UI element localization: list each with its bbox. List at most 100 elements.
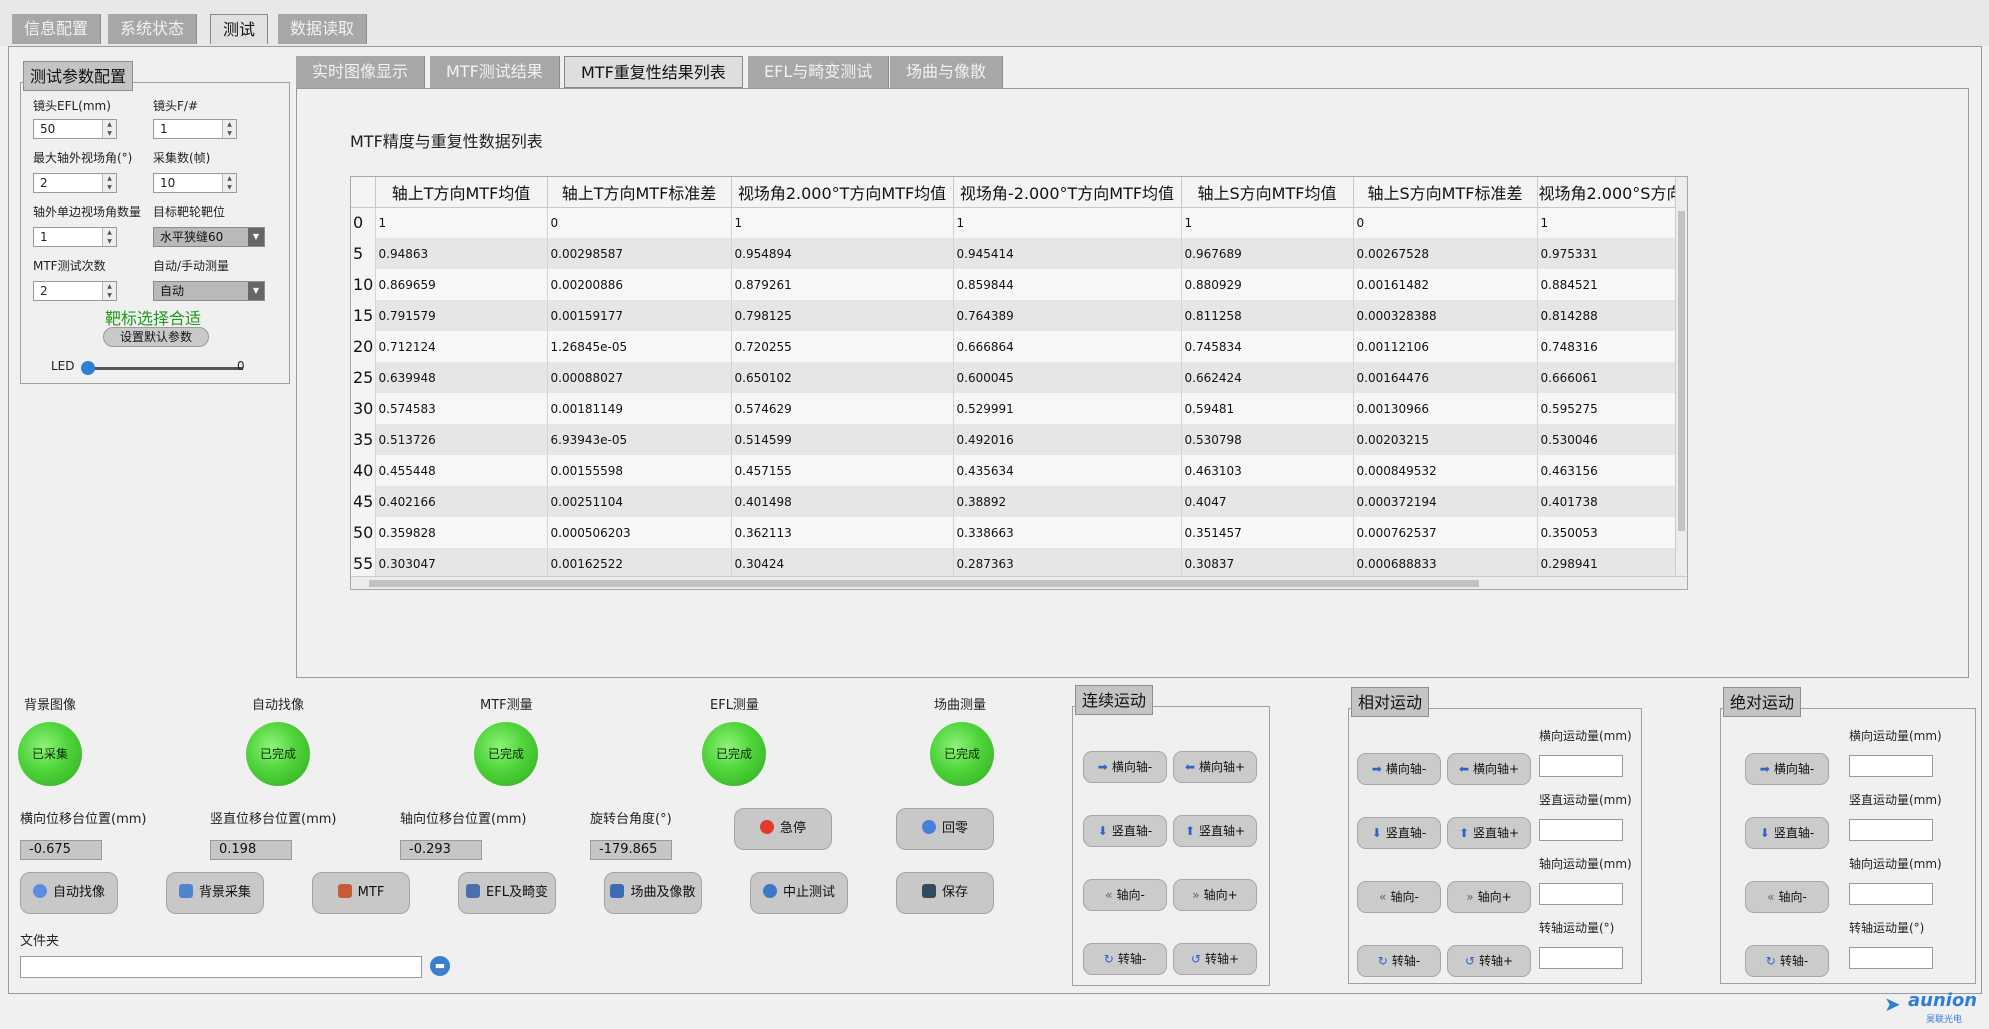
folder-browse-icon[interactable]: ▬ [430,956,450,976]
table-cell[interactable]: 0.574583 [375,393,548,424]
table-cell[interactable]: 0.401498 [731,486,954,517]
cont-y-plus-button[interactable]: ⬆ 竖直轴+ [1173,815,1257,847]
table-cell[interactable]: 0.000849532 [1353,455,1538,486]
table-cell[interactable]: 0.000372194 [1353,486,1538,517]
table-cell[interactable]: 0.00112106 [1353,331,1538,362]
rel-y-plus-button[interactable]: ⬆ 竖直轴+ [1447,817,1531,849]
dropdown-arrow-icon[interactable]: ▼ [248,282,264,300]
spin-arrows-icon[interactable]: ▲ ▼ [102,228,116,246]
field-curve-button[interactable]: 场曲及像散 [604,872,702,914]
frames-spinbox[interactable]: 10 ▲ ▼ [153,173,237,193]
table-cell[interactable]: 0.514599 [731,424,954,455]
table-cell[interactable]: 0.00298587 [547,238,732,269]
column-header[interactable]: 轴上T方向MTF标准差 [547,177,732,208]
table-cell[interactable]: 0.764389 [953,300,1182,331]
table-cell[interactable]: 0.529991 [953,393,1182,424]
table-cell[interactable]: 0.513726 [375,424,548,455]
table-cell[interactable]: 1 [731,207,954,238]
abs-x-amount-input[interactable] [1849,755,1933,777]
table-cell[interactable]: 0.00088027 [547,362,732,393]
vertical-scrollbar[interactable] [1675,177,1687,575]
column-header[interactable]: 视场角-2.000°T方向MTF均值 [953,177,1182,208]
rel-x-plus-button[interactable]: ⬅ 横向轴+ [1447,753,1531,785]
abs-y-amount-input[interactable] [1849,819,1933,841]
abs-rot-amount-input[interactable] [1849,947,1933,969]
table-cell[interactable]: 0.463103 [1181,455,1354,486]
table-cell[interactable]: 0.30837 [1181,548,1354,579]
led-slider-handle[interactable] [81,361,95,375]
tab-live-image[interactable]: 实时图像显示 [296,56,426,88]
spin-arrows-icon[interactable]: ▲ ▼ [102,282,116,300]
table-row[interactable]: 55 0.303047 0.00162522 0.30424 0.287363 0.308… [351,548,1685,579]
table-cell[interactable]: 0.639948 [375,362,548,393]
table-cell[interactable]: 0.859844 [953,269,1182,300]
table-cell[interactable]: 0.975331 [1537,238,1685,269]
table-cell[interactable]: 0.748316 [1537,331,1685,362]
cont-y-minus-button[interactable]: ⬇ 竖直轴- [1083,815,1167,847]
abs-z-amount-input[interactable] [1849,883,1933,905]
table-cell[interactable]: 0.530046 [1537,424,1685,455]
table-cell[interactable]: 0.362113 [731,517,954,548]
fnum-spinbox[interactable]: 1 ▲ ▼ [153,119,237,139]
table-cell[interactable]: 0.287363 [953,548,1182,579]
set-default-button[interactable]: 设置默认参数 [103,327,209,347]
table-cell[interactable]: 0.798125 [731,300,954,331]
rel-z-minus-button[interactable]: «轴向- [1357,881,1441,913]
table-cell[interactable]: 0.650102 [731,362,954,393]
table-row[interactable]: 10 0.869659 0.00200886 0.879261 0.859844 0.88… [351,269,1685,300]
table-cell[interactable]: 0.000688833 [1353,548,1538,579]
abs-z-button[interactable]: «轴向- [1745,881,1829,913]
table-cell[interactable]: 0.00164476 [1353,362,1538,393]
table-cell[interactable]: 0.869659 [375,269,548,300]
table-cell[interactable]: 0.791579 [375,300,548,331]
off-axis-count-spinbox[interactable]: 1 ▲ ▼ [33,227,117,247]
estop-button[interactable]: 急停 [734,808,832,850]
table-cell[interactable]: 0.745834 [1181,331,1354,362]
table-row[interactable]: 30 0.574583 0.00181149 0.574629 0.529991 0.59… [351,393,1685,424]
table-cell[interactable]: 0.600045 [953,362,1182,393]
table-cell[interactable]: 0.00203215 [1353,424,1538,455]
table-cell[interactable]: 1.26845e-05 [547,331,732,362]
table-cell[interactable]: 1 [375,207,548,238]
rel-z-plus-button[interactable]: » 轴向+ [1447,881,1531,913]
table-cell[interactable]: 6.93943e-05 [547,424,732,455]
tab-mtf-repeat-list[interactable]: MTF重复性结果列表 [564,56,743,88]
table-cell[interactable]: 0.359828 [375,517,548,548]
table-cell[interactable]: 0.720255 [731,331,954,362]
rel-y-amount-input[interactable] [1539,819,1623,841]
table-cell[interactable]: 1 [1537,207,1685,238]
rel-z-amount-input[interactable] [1539,883,1623,905]
home-button[interactable]: 回零 [896,808,994,850]
spin-arrows-icon[interactable]: ▲ ▼ [222,174,236,192]
table-cell[interactable]: 0.457155 [731,455,954,486]
table-cell[interactable]: 0.666864 [953,331,1182,362]
abs-x-button[interactable]: ➡ 横向轴- [1745,753,1829,785]
bg-capture-button[interactable]: 背景采集 [166,872,264,914]
table-cell[interactable]: 0.350053 [1537,517,1685,548]
table-cell[interactable]: 0.303047 [375,548,548,579]
spin-arrows-icon[interactable]: ▲ ▼ [102,174,116,192]
table-cell[interactable]: 1 [1181,207,1354,238]
table-cell[interactable]: 0.879261 [731,269,954,300]
table-row[interactable]: 01011101 [351,207,1685,238]
table-cell[interactable]: 0 [547,207,732,238]
cont-x-minus-button[interactable]: ➡ 横向轴- [1083,751,1167,783]
table-cell[interactable]: 0.00251104 [547,486,732,517]
table-cell[interactable]: 0 [1353,207,1538,238]
table-cell[interactable]: 0.954894 [731,238,954,269]
column-header[interactable]: 视场角2.000°T方向MTF均值 [731,177,954,208]
cont-rot-plus-button[interactable]: ↺ 转轴+ [1173,943,1257,975]
stop-test-button[interactable]: 中止测试 [750,872,848,914]
table-row[interactable]: 40 0.455448 0.00155598 0.457155 0.435634 0.46… [351,455,1685,486]
table-cell[interactable]: 0.492016 [953,424,1182,455]
efl-button[interactable]: EFL及畸变 [458,872,556,914]
mtf-button[interactable]: MTF [312,872,410,914]
spin-arrows-icon[interactable]: ▲ ▼ [222,120,236,138]
column-header[interactable]: 轴上S方向MTF标准差 [1353,177,1538,208]
table-row[interactable]: 25 0.639948 0.00088027 0.650102 0.600045 0.66… [351,362,1685,393]
horizontal-scroll-thumb[interactable] [369,580,1479,587]
table-cell[interactable]: 0.401738 [1537,486,1685,517]
rel-rot-amount-input[interactable] [1539,947,1623,969]
mtf-times-spinbox[interactable]: 2 ▲ ▼ [33,281,117,301]
table-cell[interactable]: 0.00159177 [547,300,732,331]
